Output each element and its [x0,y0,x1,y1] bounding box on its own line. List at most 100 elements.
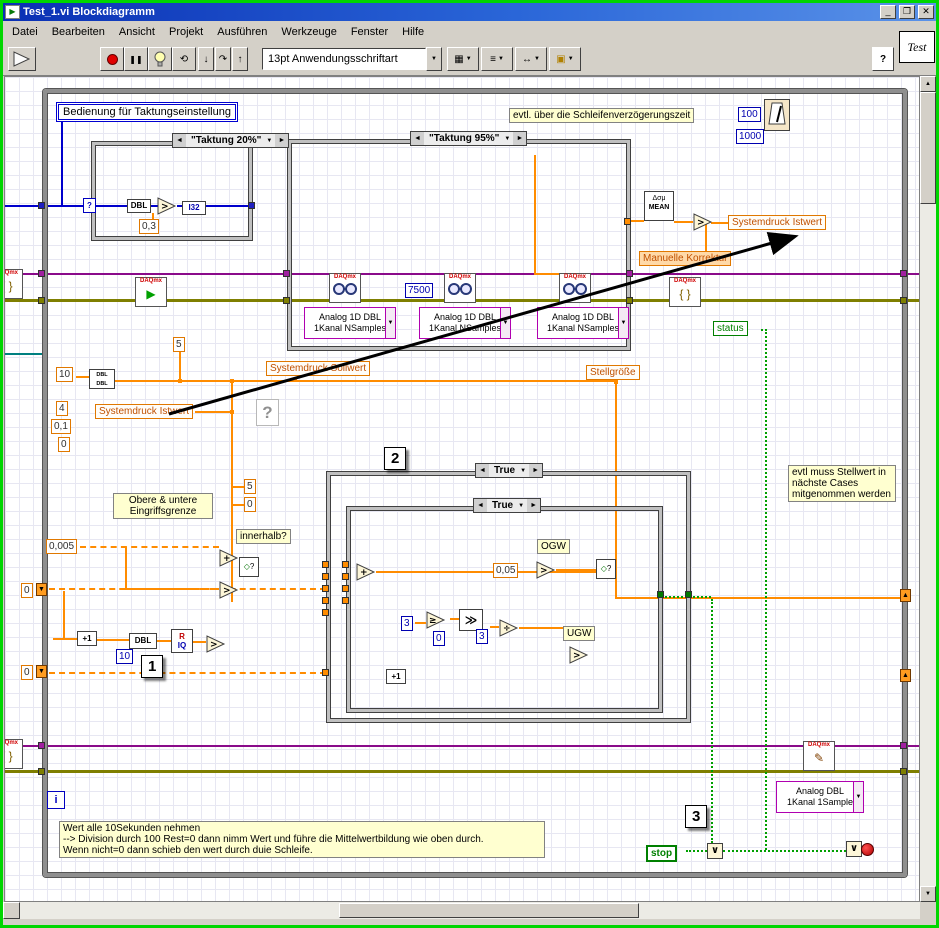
free-label-bedienung[interactable]: Bedienung für Taktungseinstellung [58,104,236,120]
quotient-remainder-node[interactable]: R IQ [171,629,193,653]
to-dbl-node[interactable]: DBL [127,199,151,213]
daqmx-node-clipped-left-top[interactable]: DAQmx { } [5,269,23,299]
control-systemdruck-sollwert[interactable]: Systemdruck Sollwert [266,361,371,376]
wait-next-ms-multiple-icon[interactable] [764,99,790,131]
step-out-button[interactable]: ↑ [232,47,248,71]
free-label-ogw[interactable]: OGW [537,539,570,554]
greater-function-icon[interactable]: > [157,197,177,215]
shift-register-left[interactable]: ▼ [36,583,47,596]
case-header-true-outer[interactable]: ◄ True ▼ ► [475,463,544,478]
vertical-scrollbar[interactable]: ▲ ▼ [920,76,936,902]
daqmx-start-task-node[interactable]: DAQmx ▶ [135,277,167,307]
bundle-node[interactable]: DBL DBL [89,369,115,389]
control-systemdruck-istwert[interactable]: Systemdruck Istwert [95,404,194,419]
to-dbl-node[interactable]: DBL [129,633,157,649]
constant-0-05[interactable]: 0,05 [493,563,519,578]
greater-function-icon[interactable]: > [693,213,713,231]
constant-10[interactable]: 10 [116,649,134,664]
resize-objects-button[interactable]: ↔ ▼ [515,47,547,71]
close-button[interactable]: ✕ [918,5,934,19]
block-diagram-canvas[interactable]: ▼ ▼ ▲ ▲ ◄ "Taktung 20%" ▼ ► ? DBL > I32 … [4,76,920,902]
case-next-icon[interactable]: ► [275,134,289,147]
horizontal-scroll-thumb[interactable] [339,903,639,918]
constant-0-3[interactable]: 0,3 [139,219,159,234]
titlebar[interactable]: ▶ Test_1.vi Blockdiagramm _ ❐ ✕ [3,3,936,21]
chevron-down-icon[interactable]: ▼ [618,308,628,338]
daqmx-read-selector-3[interactable]: Analog 1D DBL 1Kanal NSamples ▼ [537,307,629,339]
font-selector[interactable]: 13pt Anwendungsschriftart [262,48,426,70]
case-selector-terminal[interactable]: ? [83,198,96,213]
case-header-taktung95[interactable]: ◄ "Taktung 95%" ▼ ► [410,131,528,146]
run-button[interactable] [8,47,36,71]
distribute-objects-button[interactable]: ≡ ▼ [481,47,513,71]
highlight-execution-button[interactable] [148,47,172,71]
daqmx-write-node[interactable]: DAQmx ✎ [803,741,835,771]
to-i32-node[interactable]: I32 [182,201,206,215]
question-mark-icon[interactable]: ? [256,399,279,426]
case-next-icon[interactable]: ► [527,499,541,512]
sequence-number-2[interactable]: 2 [384,447,407,470]
control-stop[interactable]: stop [646,845,678,862]
scroll-down-icon[interactable]: ▼ [920,886,936,902]
menu-ausfuehren[interactable]: Ausführen [210,23,274,41]
case-structure-taktung20[interactable] [91,141,253,241]
shift-register-right[interactable]: ▲ [900,589,911,602]
constant-0-1[interactable]: 0,1 [51,419,71,434]
reorder-objects-button[interactable]: ▣ ▼ [549,47,581,71]
maximize-button[interactable]: ❐ [899,5,915,19]
select-node[interactable]: ◇? [596,559,616,579]
add-function-icon[interactable]: + [356,563,376,581]
context-help-button[interactable]: ? [872,47,894,71]
increment-node[interactable]: +1 [386,669,406,684]
case-prev-icon[interactable]: ◄ [474,499,487,512]
free-label-eingriffsgrenze[interactable]: Obere & untere Eingriffsgrenze [113,493,213,519]
minimize-button[interactable]: _ [880,5,896,19]
vi-icon[interactable]: Test [899,31,935,63]
shift-register-left[interactable]: ▼ [36,665,47,678]
font-selector-dropdown-button[interactable]: ▼ [426,47,442,71]
retain-wire-values-button[interactable]: ⟲ [172,47,196,71]
abort-button[interactable] [100,47,124,71]
greater-function-icon[interactable]: > [569,646,589,664]
pause-button[interactable]: ❚❚ [124,47,148,71]
menu-fenster[interactable]: Fenster [344,23,395,41]
sequence-number-1[interactable]: 1 [141,655,164,678]
free-label-innerhalb[interactable]: innerhalb? [236,529,291,544]
greater-equal-function-icon[interactable]: ≥ [426,611,446,629]
constant-3[interactable]: 3 [401,616,413,631]
constant-5[interactable]: 5 [173,337,185,352]
sequence-number-3[interactable]: 3 [685,805,708,828]
constant-10[interactable]: 10 [56,367,74,382]
daqmx-wait-node[interactable]: DAQmx { } [669,277,701,307]
indicator-stellgroesse[interactable]: Stellgröße [586,365,640,380]
constant-5[interactable]: 5 [244,479,256,494]
constant-4[interactable]: 4 [56,401,68,416]
scale-node[interactable]: ≫ [459,609,483,631]
case-next-icon[interactable]: ► [529,464,543,477]
greater-function-icon[interactable]: > [219,581,239,599]
case-prev-icon[interactable]: ◄ [411,132,424,145]
control-manuelle-korrektur[interactable]: Manuelle Korrektur [639,251,732,266]
menu-bearbeiten[interactable]: Bearbeiten [45,23,112,41]
case-header-taktung20[interactable]: ◄ "Taktung 20%" ▼ ► [172,133,290,148]
indicator-systemdruck-istwert[interactable]: Systemdruck Istwert [728,215,827,230]
daqmx-read-node-1[interactable]: DAQmx [329,273,361,303]
constant-100[interactable]: 100 [738,107,761,122]
chevron-down-icon[interactable]: ▼ [853,782,863,812]
vertical-scroll-thumb[interactable] [920,92,936,204]
case-header-true-inner[interactable]: ◄ True ▼ ► [473,498,542,513]
step-into-button[interactable]: ↓ [198,47,214,71]
menu-werkzeuge[interactable]: Werkzeuge [274,23,343,41]
constant-0[interactable]: 0 [21,583,33,598]
constant-3[interactable]: 3 [476,629,488,644]
case-next-icon[interactable]: ► [513,132,527,145]
menu-hilfe[interactable]: Hilfe [395,23,431,41]
daqmx-write-selector[interactable]: Analog DBL 1Kanal 1Sample ▼ [776,781,864,813]
daqmx-read-selector-2[interactable]: Analog 1D DBL 1Kanal NSamples ▼ [419,307,511,339]
constant-7500[interactable]: 7500 [405,283,434,298]
add-function-icon[interactable]: + [219,549,239,567]
or-function-node[interactable]: ∨ [707,843,723,859]
menu-ansicht[interactable]: Ansicht [112,23,162,41]
case-prev-icon[interactable]: ◄ [173,134,186,147]
constant-0[interactable]: 0 [21,665,33,680]
